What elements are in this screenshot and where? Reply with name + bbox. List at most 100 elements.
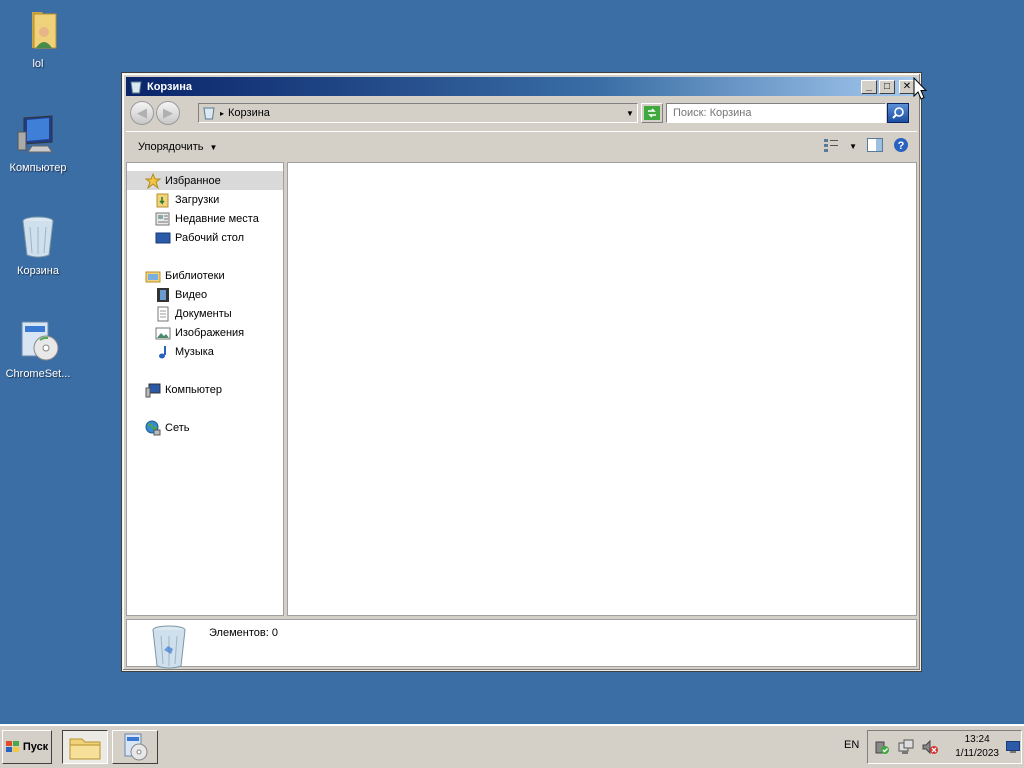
nav-libraries[interactable]: Библиотеки (127, 266, 283, 285)
taskbar: Пуск EN 13:24 1/11/2023 (0, 724, 1024, 768)
pictures-icon (155, 325, 171, 341)
nav-item-label: Рабочий стол (175, 231, 245, 244)
nav-item-recent-places[interactable]: Недавние места (127, 209, 283, 228)
help-button[interactable]: ? (893, 137, 909, 156)
explorer-window[interactable]: Корзина _ □ ✕ ◀ ▶ ▸ Корзина ▼ Поиск: Кор… (121, 72, 922, 672)
nav-item-label: Видео (175, 288, 208, 301)
desktop-icon-recycle-bin[interactable]: Корзина (0, 213, 76, 277)
clock-time: 13:24 (964, 734, 990, 745)
details-pane: Элементов: 0 (126, 619, 917, 669)
window-title: Корзина (147, 80, 192, 93)
back-button[interactable]: ◀ (130, 101, 154, 125)
nav-item-pictures[interactable]: Изображения (127, 323, 283, 342)
organize-label: Упорядочить (138, 140, 204, 153)
address-bar[interactable]: ▸ Корзина ▼ (198, 103, 638, 123)
nav-item-label: Недавние места (175, 212, 259, 225)
user-folder-icon (14, 6, 62, 54)
computer-icon (145, 382, 161, 398)
close-icon: ✕ (902, 80, 912, 92)
language-indicator[interactable]: EN (844, 739, 859, 751)
desktop-icon-label: Компьютер (9, 162, 67, 174)
address-dropdown-icon[interactable]: ▼ (623, 109, 637, 118)
show-desktop-icon[interactable] (1006, 741, 1020, 753)
title-bar[interactable]: Корзина _ □ ✕ (126, 77, 917, 96)
windows-logo-icon (5, 741, 19, 752)
change-view-button[interactable] (823, 138, 839, 155)
nav-item-desktop[interactable]: Рабочий стол (127, 228, 283, 247)
nav-favorites-label: Избранное (165, 174, 221, 187)
view-list-icon (824, 139, 839, 152)
explorer-icon (69, 738, 101, 760)
nav-item-label: Музыка (175, 345, 214, 358)
nav-network[interactable]: Сеть (127, 418, 283, 437)
mouse-cursor-icon (913, 77, 927, 100)
nav-item-music[interactable]: Музыка (127, 342, 283, 361)
recycle-bin-icon (152, 625, 186, 669)
desktop-icon-computer[interactable]: Компьютер (0, 110, 76, 174)
preview-pane-button[interactable] (867, 138, 883, 155)
nav-computer[interactable]: Компьютер (127, 380, 283, 399)
search-input[interactable] (666, 103, 886, 123)
breadcrumb[interactable]: Корзина (228, 107, 623, 119)
start-button[interactable]: Пуск (2, 730, 52, 764)
desktop-icon (155, 230, 171, 246)
minimize-button[interactable]: _ (861, 79, 877, 94)
volume-muted-icon[interactable] (922, 739, 938, 755)
start-label: Пуск (22, 741, 49, 753)
forward-button[interactable]: ▶ (156, 101, 180, 125)
navigation-bar: ◀ ▶ ▸ Корзина ▼ (126, 97, 917, 129)
desktop-icon-label: ChromeSet... (5, 368, 71, 380)
search-button[interactable] (887, 103, 909, 123)
taskbar-explorer-button[interactable] (62, 730, 108, 764)
taskbar-installer-button[interactable] (112, 730, 158, 764)
back-arrow-icon: ◀ (137, 105, 147, 120)
preview-pane-icon (867, 138, 883, 152)
nav-item-label: Документы (175, 307, 232, 320)
nav-computer-label: Компьютер (165, 383, 222, 396)
help-icon: ? (894, 138, 908, 152)
nav-item-video[interactable]: Видео (127, 285, 283, 304)
refresh-button[interactable] (641, 103, 663, 123)
item-count: Элементов: 0 (209, 627, 278, 639)
view-options-dropdown[interactable]: ▼ (849, 142, 857, 151)
clock-date: 1/11/2023 (955, 748, 999, 759)
svg-text:?: ? (898, 140, 905, 152)
recent-places-icon (155, 211, 171, 227)
network-icon (145, 420, 161, 436)
minimize-icon: _ (866, 80, 872, 92)
recycle-bin-icon (14, 213, 62, 261)
chevron-down-icon: ▼ (209, 142, 218, 152)
music-icon (155, 344, 171, 360)
nav-item-documents[interactable]: Документы (127, 304, 283, 323)
file-list[interactable] (287, 162, 917, 616)
maximize-button[interactable]: □ (879, 79, 895, 94)
recycle-bin-icon (130, 81, 142, 93)
safely-remove-hardware-icon[interactable] (874, 739, 890, 755)
installer-icon (124, 733, 148, 761)
nav-network-label: Сеть (165, 421, 190, 434)
desktop-icon-label: Корзина (17, 265, 59, 277)
breadcrumb-separator-icon: ▸ (220, 108, 225, 118)
network-status-icon[interactable] (898, 739, 914, 755)
search-icon (892, 107, 904, 119)
system-tray: 13:24 1/11/2023 (867, 730, 1022, 764)
desktop-icon-chromesetup[interactable]: ChromeSet... (0, 316, 76, 380)
maximize-icon: □ (883, 80, 891, 92)
refresh-icon (644, 106, 660, 120)
forward-arrow-icon: ▶ (163, 105, 173, 120)
nav-libraries-label: Библиотеки (165, 269, 225, 282)
star-icon (145, 172, 161, 189)
documents-icon (155, 306, 171, 322)
nav-favorites[interactable]: Избранное (127, 171, 283, 190)
desktop-icon-label: lol (32, 58, 44, 70)
video-icon (155, 287, 171, 303)
nav-item-downloads[interactable]: Загрузки (127, 190, 283, 209)
desktop-icon-lol[interactable]: lol (0, 6, 76, 70)
libraries-icon (145, 268, 161, 284)
computer-icon (14, 110, 62, 158)
clock[interactable]: 13:24 1/11/2023 (955, 733, 999, 761)
navigation-pane: Избранное Загрузки Недавние места Рабочи… (126, 162, 284, 616)
organize-button[interactable]: Упорядочить ▼ (138, 141, 217, 153)
nav-item-label: Изображения (175, 326, 245, 339)
command-bar: Упорядочить ▼ ▼ ? (126, 131, 917, 161)
